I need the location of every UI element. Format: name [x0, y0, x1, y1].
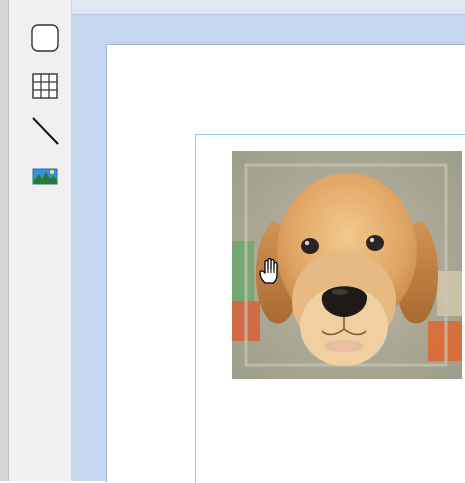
canvas-frame — [72, 0, 465, 483]
rectangle-tool-button[interactable] — [29, 22, 61, 54]
table-tool-button[interactable] — [29, 70, 61, 102]
puppy-image-icon — [232, 151, 462, 379]
window-edge — [0, 0, 9, 481]
content-area[interactable] — [195, 134, 465, 483]
tools-toolbar — [9, 0, 72, 481]
image-tool-button[interactable] — [29, 160, 61, 192]
rounded-square-icon — [31, 24, 59, 52]
frame-top-strip — [72, 0, 465, 15]
editor-window — [0, 0, 465, 483]
document-page[interactable] — [106, 44, 465, 483]
grid-icon — [32, 73, 58, 99]
line-tool-button[interactable] — [29, 114, 61, 146]
landscape-image-icon — [32, 168, 58, 185]
puppy-photo[interactable] — [232, 151, 462, 379]
diagonal-line-icon — [32, 117, 59, 145]
